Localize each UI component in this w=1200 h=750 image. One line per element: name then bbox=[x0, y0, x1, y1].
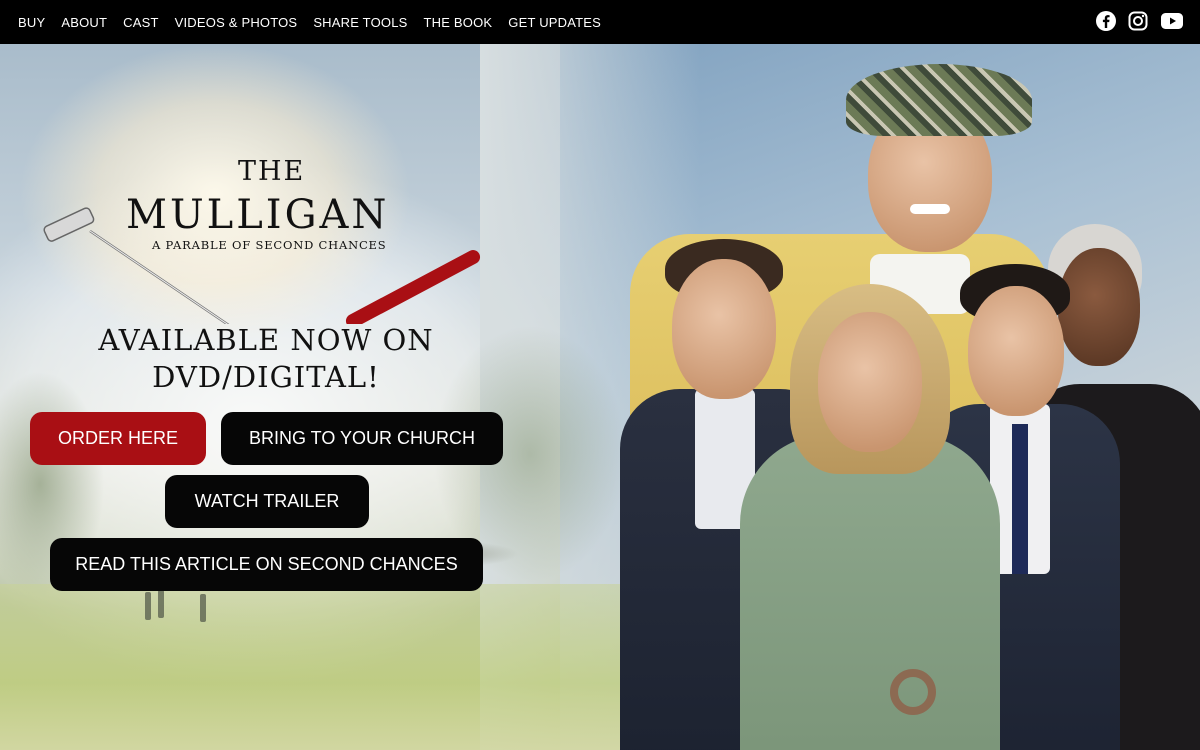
read-article-button[interactable]: READ THIS ARTICLE ON SECOND CHANCES bbox=[50, 538, 483, 591]
logo-the: THE bbox=[238, 156, 306, 187]
nav-get-updates-link[interactable]: GET UPDATES bbox=[508, 15, 601, 30]
top-nav: BUY ABOUT CAST VIDEOS & PHOTOS SHARE TOO… bbox=[0, 0, 1200, 44]
nav-cast-link[interactable]: CAST bbox=[123, 15, 158, 30]
golf-fairway bbox=[0, 584, 700, 750]
instagram-icon[interactable] bbox=[1128, 11, 1150, 33]
hero-banner: THE MULLIGAN A PARABLE OF SECOND CHANCES… bbox=[0, 44, 1200, 750]
cast-member-blonde-woman bbox=[740, 284, 1000, 750]
logo-tagline: A PARABLE OF SECOND CHANCES bbox=[152, 238, 387, 252]
facebook-icon[interactable] bbox=[1096, 11, 1118, 33]
nav-links: BUY ABOUT CAST VIDEOS & PHOTOS SHARE TOO… bbox=[0, 15, 617, 30]
nav-about-link[interactable]: ABOUT bbox=[61, 15, 107, 30]
golfer-figure bbox=[145, 592, 151, 620]
golfer-figure bbox=[158, 590, 164, 618]
nav-videos-photos-link[interactable]: VIDEOS & PHOTOS bbox=[175, 15, 298, 30]
availability-line-1: AVAILABLE NOW ON bbox=[98, 323, 434, 357]
nav-share-tools-link[interactable]: SHARE TOOLS bbox=[313, 15, 407, 30]
watch-trailer-button[interactable]: WATCH TRAILER bbox=[165, 475, 369, 528]
logo-title: MULLIGAN bbox=[126, 192, 390, 238]
golfer-figure bbox=[200, 594, 206, 622]
nav-the-book-link[interactable]: THE BOOK bbox=[424, 15, 493, 30]
youtube-icon[interactable] bbox=[1160, 11, 1186, 33]
availability-heading: AVAILABLE NOW ON DVD/DIGITAL! bbox=[60, 322, 472, 396]
social-links bbox=[1096, 11, 1186, 33]
bring-to-church-button[interactable]: BRING TO YOUR CHURCH bbox=[221, 412, 503, 465]
movie-logo: THE MULLIGAN A PARABLE OF SECOND CHANCES bbox=[38, 154, 488, 324]
cast-photo bbox=[600, 44, 1200, 750]
nav-buy-link[interactable]: BUY bbox=[18, 15, 45, 30]
order-here-button[interactable]: ORDER HERE bbox=[30, 412, 206, 465]
availability-line-2: DVD/DIGITAL! bbox=[152, 360, 380, 394]
